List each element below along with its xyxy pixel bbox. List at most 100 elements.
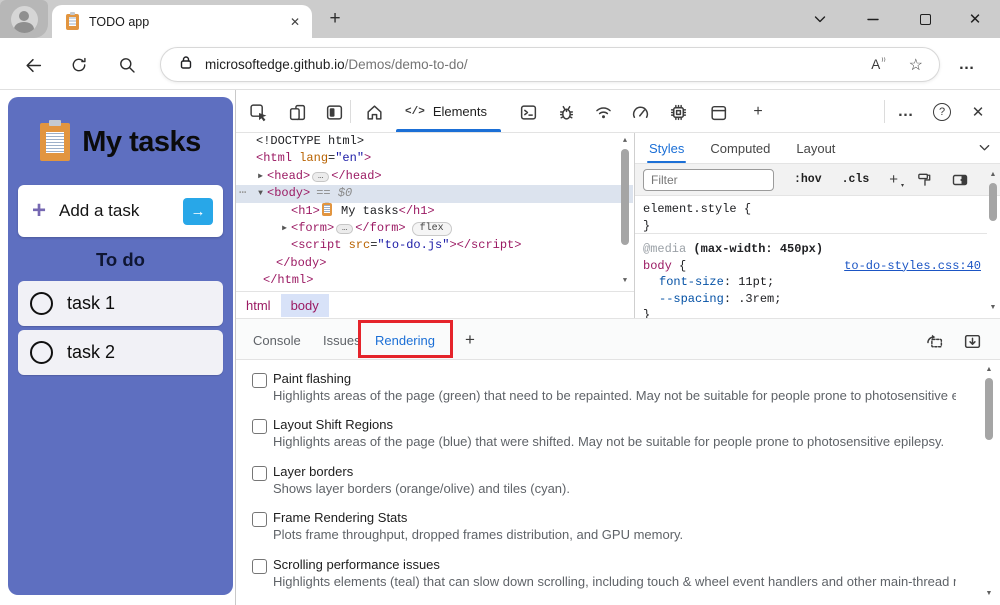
rendering-option: Paint flashing Highlights areas of the p… xyxy=(252,370,956,404)
tree-line[interactable]: <!DOCTYPE html> xyxy=(236,133,633,150)
add-task-submit-button[interactable]: → xyxy=(183,198,213,225)
scroll-up-icon[interactable]: ▲ xyxy=(986,169,1000,181)
rendering-scrollbar[interactable]: ▲ ▼ xyxy=(982,364,996,600)
search-icon[interactable] xyxy=(114,52,140,78)
scroll-down-icon[interactable]: ▼ xyxy=(986,302,1000,314)
window-close-button[interactable]: ✕ xyxy=(960,4,990,34)
tab-console[interactable]: Console xyxy=(253,319,301,361)
sidebar-chevron-icon[interactable] xyxy=(978,141,991,159)
scroll-thumb[interactable] xyxy=(621,149,629,245)
tree-line[interactable]: </html> xyxy=(236,272,633,289)
console-icon[interactable] xyxy=(514,98,542,126)
todo-section-heading: To do xyxy=(8,249,233,271)
scrolling-performance-checkbox[interactable] xyxy=(252,559,267,574)
task-row[interactable]: task 1 xyxy=(18,281,223,326)
browser-menu-icon[interactable]: … xyxy=(952,52,982,78)
hover-state-button[interactable]: :hov xyxy=(794,173,822,186)
tree-line-script[interactable]: <script src="to-do.js"></script> xyxy=(236,237,633,254)
option-label[interactable]: Layout Shift Regions xyxy=(273,416,956,433)
toggle-computed-pane-icon[interactable] xyxy=(951,171,969,189)
inspect-element-icon[interactable] xyxy=(244,98,272,126)
scroll-down-icon[interactable]: ▼ xyxy=(618,275,632,287)
favorite-star-icon[interactable]: ☆ xyxy=(909,55,923,75)
collapse-arrow-icon[interactable]: ▼ xyxy=(254,185,267,202)
dock-side-icon[interactable] xyxy=(320,98,348,126)
frame-rendering-stats-checkbox[interactable] xyxy=(252,512,267,527)
refresh-icon[interactable] xyxy=(66,52,92,78)
browser-tab[interactable]: TODO app ✕ xyxy=(52,5,312,38)
tab-styles[interactable]: Styles xyxy=(649,133,684,163)
add-task-input[interactable]: Add a task xyxy=(59,201,139,221)
option-label[interactable]: Layer borders xyxy=(273,463,956,480)
new-tab-button[interactable]: + xyxy=(322,6,348,32)
option-label[interactable]: Frame Rendering Stats xyxy=(273,509,956,526)
refresh-device-icon[interactable] xyxy=(921,328,947,354)
device-emulation-icon[interactable] xyxy=(283,98,311,126)
task-checkbox[interactable] xyxy=(30,341,53,364)
task-row[interactable]: task 2 xyxy=(18,330,223,375)
devtools-close-icon[interactable]: ✕ xyxy=(964,98,992,126)
tab-computed[interactable]: Computed xyxy=(710,133,770,163)
more-tabs-plus-icon[interactable]: + xyxy=(744,98,772,126)
code-icon: </> xyxy=(405,106,425,118)
home-icon[interactable] xyxy=(360,98,388,126)
new-style-rule-button[interactable]: +▾ xyxy=(889,171,898,188)
breadcrumb-body[interactable]: body xyxy=(281,294,329,317)
tree-line-body-selected[interactable]: ⋯▼<body>== $0 xyxy=(236,185,633,202)
tab-actions-chevron-icon[interactable] xyxy=(805,4,835,34)
tab-layout[interactable]: Layout xyxy=(796,133,835,163)
read-aloud-icon[interactable]: A⁾⁾ xyxy=(871,57,884,72)
network-conditions-wifi-icon[interactable] xyxy=(589,98,617,126)
layout-shift-regions-checkbox[interactable] xyxy=(252,419,267,434)
inline-expand-icon[interactable]: … xyxy=(336,224,353,234)
flex-badge[interactable]: flex xyxy=(412,222,452,236)
tree-scrollbar[interactable]: ▲ ▼ xyxy=(618,135,632,287)
application-storage-icon[interactable] xyxy=(704,98,732,126)
tab-issues[interactable]: Issues xyxy=(323,319,361,361)
tab-close-icon[interactable]: ✕ xyxy=(290,15,300,29)
breadcrumb-html[interactable]: html xyxy=(236,294,281,317)
media-rule-section[interactable]: @media (max-width: 450px) body {to-do-st… xyxy=(635,236,1000,318)
devtools-menu-icon[interactable]: … xyxy=(892,98,920,126)
debug-bug-icon[interactable] xyxy=(552,98,580,126)
paint-flashing-checkbox[interactable] xyxy=(252,373,267,388)
help-icon[interactable]: ? xyxy=(928,98,956,126)
minimize-button[interactable] xyxy=(858,4,888,34)
layer-borders-checkbox[interactable] xyxy=(252,466,267,481)
memory-cpu-icon[interactable] xyxy=(664,98,692,126)
scroll-up-icon[interactable]: ▲ xyxy=(982,364,996,376)
tab-elements[interactable]: </> Elements xyxy=(391,90,501,133)
back-icon[interactable] xyxy=(20,52,46,78)
styles-filter-input[interactable] xyxy=(643,169,774,191)
task-checkbox[interactable] xyxy=(30,292,53,315)
inline-expand-icon[interactable]: … xyxy=(312,172,329,182)
tree-line-form[interactable]: ▶<form>…</form>flex xyxy=(236,220,633,237)
format-brush-icon[interactable] xyxy=(916,171,933,188)
tree-line-h1[interactable]: <h1> My tasks</h1> xyxy=(236,203,633,220)
styles-scrollbar[interactable]: ▲ ▼ xyxy=(986,169,1000,314)
node-menu-icon[interactable]: ⋯ xyxy=(239,185,247,202)
address-bar[interactable]: microsoftedge.github.io/Demos/demo-to-do… xyxy=(160,47,940,82)
expand-arrow-icon[interactable]: ▶ xyxy=(278,220,291,237)
scroll-thumb[interactable] xyxy=(989,183,997,221)
maximize-button[interactable] xyxy=(910,4,940,34)
option-label[interactable]: Paint flashing xyxy=(273,370,956,387)
add-task-form[interactable]: + Add a task → xyxy=(18,185,223,237)
expand-arrow-icon[interactable]: ▶ xyxy=(254,168,267,185)
expand-quick-view-icon[interactable] xyxy=(959,328,985,354)
lock-icon xyxy=(179,55,193,75)
profile-button[interactable] xyxy=(0,0,48,38)
scroll-down-icon[interactable]: ▼ xyxy=(982,588,996,600)
tree-line-head[interactable]: ▶<head>…</head> xyxy=(236,168,633,185)
class-toggle-button[interactable]: .cls xyxy=(842,173,870,186)
scroll-up-icon[interactable]: ▲ xyxy=(618,135,632,147)
element-style-section[interactable]: element.style { } xyxy=(635,196,1000,234)
clipboard-icon xyxy=(40,123,70,161)
option-label[interactable]: Scrolling performance issues xyxy=(273,556,956,573)
tree-line[interactable]: </body> xyxy=(236,255,633,272)
scroll-thumb[interactable] xyxy=(985,378,993,440)
performance-gauge-icon[interactable] xyxy=(626,98,654,126)
stylesheet-link[interactable]: to-do-styles.css:40 xyxy=(844,258,981,275)
tree-line[interactable]: <html lang="en"> xyxy=(236,150,633,167)
drawer-more-tabs-icon[interactable]: + xyxy=(458,328,482,352)
